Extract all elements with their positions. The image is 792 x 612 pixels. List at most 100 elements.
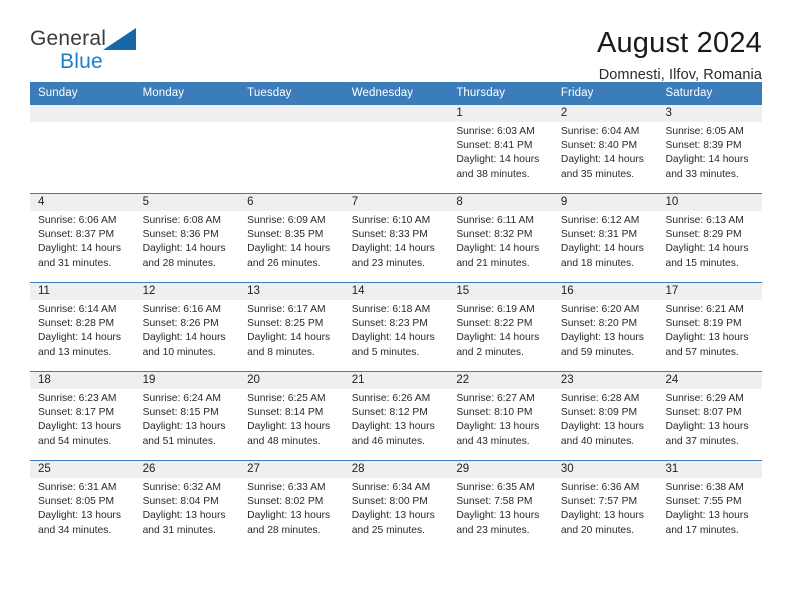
weekday-header-tuesday: Tuesday	[247, 87, 292, 99]
day-number: 23	[552, 372, 658, 389]
calendar-page: General Blue August 2024 Domnesti, Ilfov…	[0, 0, 792, 612]
day-cell-16[interactable]: 16 Sunrise: 6:20 AM Sunset: 8:20 PM Dayligh…	[552, 283, 658, 371]
day-cell-23[interactable]: 23 Sunrise: 6:28 AM Sunset: 8:09 PM Dayligh…	[552, 372, 658, 460]
weekday-header-row: Sunday Monday Tuesday Wednesday Thursday Frid…	[30, 82, 762, 104]
day-cell-25[interactable]: 25 Sunrise: 6:31 AM Sunset: 8:05 PM Dayligh…	[30, 461, 135, 549]
day-number: 1	[448, 105, 553, 122]
daylight-text-line1: Daylight: 13 hours	[351, 421, 435, 433]
day-number: 11	[30, 283, 135, 300]
day-details: Sunrise: 6:09 AM Sunset: 8:35 PM Daylight:…	[239, 211, 344, 271]
daylight-text-line1: Daylight: 13 hours	[142, 510, 226, 522]
day-number: 20	[239, 372, 344, 389]
day-details: Sunrise: 6:34 AM Sunset: 8:00 PM Daylight:…	[344, 478, 449, 538]
day-cell-3[interactable]: 3 Sunrise: 6:05 AM Sunset: 8:39 PM Daylight…	[657, 105, 763, 193]
daylight-text-line2: and 26 minutes.	[247, 257, 321, 269]
day-number	[239, 105, 344, 122]
sunset-text: Sunset: 8:22 PM	[456, 318, 533, 330]
day-cell-2[interactable]: 2 Sunrise: 6:04 AM Sunset: 8:40 PM Daylight…	[552, 105, 658, 193]
daylight-text-line1: Daylight: 14 hours	[247, 332, 331, 344]
daylight-text-line1: Daylight: 13 hours	[38, 510, 121, 522]
weekday-header-thursday: Thursday	[456, 87, 506, 99]
day-cell-15[interactable]: 15 Sunrise: 6:19 AM Sunset: 8:22 PM Dayligh…	[448, 283, 553, 371]
sunrise-text: Sunrise: 6:36 AM	[560, 482, 640, 493]
day-details: Sunrise: 6:11 AM Sunset: 8:32 PM Daylight:…	[448, 211, 553, 271]
day-cell-30[interactable]: 30 Sunrise: 6:36 AM Sunset: 7:57 PM Dayligh…	[552, 461, 658, 549]
sunset-text: Sunset: 8:31 PM	[560, 229, 638, 241]
daylight-text-line2: and 21 minutes.	[456, 257, 530, 269]
daylight-text-line1: Daylight: 13 hours	[560, 332, 644, 344]
day-cell-14[interactable]: 14 Sunrise: 6:18 AM Sunset: 8:23 PM Dayligh…	[343, 283, 449, 371]
day-details: Sunrise: 6:26 AM Sunset: 8:12 PM Daylight:…	[344, 389, 449, 449]
daylight-text-line1: Daylight: 13 hours	[142, 421, 226, 433]
day-cell-9[interactable]: 9 Sunrise: 6:12 AM Sunset: 8:31 PM Daylight…	[552, 194, 658, 282]
day-cell-19[interactable]: 19 Sunrise: 6:24 AM Sunset: 8:15 PM Dayligh…	[134, 372, 240, 460]
day-cell-5[interactable]: 5 Sunrise: 6:08 AM Sunset: 8:36 PM Daylight…	[134, 194, 240, 282]
day-details: Sunrise: 6:05 AM Sunset: 8:39 PM Daylight:…	[657, 122, 762, 182]
day-cell-13[interactable]: 13 Sunrise: 6:17 AM Sunset: 8:25 PM Dayligh…	[239, 283, 344, 371]
day-number: 22	[448, 372, 553, 389]
sunset-text: Sunset: 8:07 PM	[665, 407, 742, 419]
sunrise-text: Sunrise: 6:31 AM	[38, 482, 117, 493]
daylight-text-line2: and 13 minutes.	[38, 346, 112, 358]
day-details: Sunrise: 6:32 AM Sunset: 8:04 PM Daylight:…	[135, 478, 240, 538]
day-cell-20[interactable]: 20 Sunrise: 6:25 AM Sunset: 8:14 PM Dayligh…	[239, 372, 344, 460]
day-cell-31[interactable]: 31 Sunrise: 6:38 AM Sunset: 7:55 PM Dayligh…	[657, 461, 763, 549]
sunset-text: Sunset: 8:12 PM	[351, 407, 428, 419]
brand-logo[interactable]: General Blue	[30, 26, 150, 78]
weekday-header-sunday: Sunday	[38, 87, 78, 99]
day-cell-1[interactable]: 1 Sunrise: 6:03 AM Sunset: 8:41 PM Daylight…	[448, 105, 553, 193]
day-cell-10[interactable]: 10 Sunrise: 6:13 AM Sunset: 8:29 PM Dayligh…	[657, 194, 763, 282]
day-cell-7[interactable]: 7 Sunrise: 6:10 AM Sunset: 8:33 PM Daylight…	[343, 194, 449, 282]
day-cell-29[interactable]: 29 Sunrise: 6:35 AM Sunset: 7:58 PM Dayligh…	[448, 461, 553, 549]
daylight-text-line2: and 35 minutes.	[560, 168, 635, 180]
day-cell-28[interactable]: 28 Sunrise: 6:34 AM Sunset: 8:00 PM Dayligh…	[343, 461, 449, 549]
calendar-week-row: 25 Sunrise: 6:31 AM Sunset: 8:05 PM Dayligh…	[30, 460, 763, 549]
day-cell-26[interactable]: 26 Sunrise: 6:32 AM Sunset: 8:04 PM Dayligh…	[134, 461, 240, 549]
daylight-text-line1: Daylight: 13 hours	[665, 332, 749, 344]
day-details: Sunrise: 6:10 AM Sunset: 8:33 PM Daylight:…	[344, 211, 449, 271]
daylight-text-line1: Daylight: 13 hours	[351, 510, 435, 522]
calendar-week-row: 4 Sunrise: 6:06 AM Sunset: 8:37 PM Daylight…	[30, 193, 763, 282]
day-cell-22[interactable]: 22 Sunrise: 6:27 AM Sunset: 8:10 PM Dayligh…	[448, 372, 553, 460]
day-cell-12[interactable]: 12 Sunrise: 6:16 AM Sunset: 8:26 PM Dayligh…	[134, 283, 240, 371]
day-cell-21[interactable]: 21 Sunrise: 6:26 AM Sunset: 8:12 PM Dayligh…	[343, 372, 449, 460]
day-cell-4[interactable]: 4 Sunrise: 6:06 AM Sunset: 8:37 PM Daylight…	[30, 194, 135, 282]
sunset-text: Sunset: 8:41 PM	[456, 140, 533, 152]
day-cell-11[interactable]: 11 Sunrise: 6:14 AM Sunset: 8:28 PM Dayligh…	[30, 283, 135, 371]
sunrise-text: Sunrise: 6:35 AM	[456, 482, 535, 493]
day-number: 5	[134, 194, 240, 211]
daylight-text-line2: and 51 minutes.	[142, 435, 216, 447]
sunrise-text: Sunrise: 6:26 AM	[351, 393, 431, 404]
day-number: 26	[134, 461, 240, 478]
sunrise-text: Sunrise: 6:09 AM	[247, 215, 326, 226]
weekday-header-friday: Friday	[560, 87, 594, 99]
calendar-week-row: 18 Sunrise: 6:23 AM Sunset: 8:17 PM Dayligh…	[30, 371, 763, 460]
sunrise-text: Sunrise: 6:24 AM	[142, 393, 221, 404]
daylight-text-line1: Daylight: 14 hours	[38, 332, 121, 344]
sunrise-text: Sunrise: 6:20 AM	[560, 304, 640, 315]
sunset-text: Sunset: 8:35 PM	[247, 229, 324, 241]
daylight-text-line2: and 20 minutes.	[560, 524, 635, 536]
daylight-text-line1: Daylight: 14 hours	[351, 243, 435, 255]
day-cell-8[interactable]: 8 Sunrise: 6:11 AM Sunset: 8:32 PM Daylight…	[448, 194, 553, 282]
day-cell-24[interactable]: 24 Sunrise: 6:29 AM Sunset: 8:07 PM Dayligh…	[657, 372, 763, 460]
daylight-text-line2: and 23 minutes.	[456, 524, 530, 536]
day-cell-6[interactable]: 6 Sunrise: 6:09 AM Sunset: 8:35 PM Daylight…	[239, 194, 344, 282]
sunset-text: Sunset: 7:55 PM	[665, 496, 742, 508]
day-cell-empty	[343, 105, 449, 193]
calendar-week-row: 11 Sunrise: 6:14 AM Sunset: 8:28 PM Dayligh…	[30, 282, 763, 371]
daylight-text-line1: Daylight: 14 hours	[665, 243, 749, 255]
day-cell-17[interactable]: 17 Sunrise: 6:21 AM Sunset: 8:19 PM Dayligh…	[657, 283, 763, 371]
day-number: 12	[134, 283, 240, 300]
day-cell-27[interactable]: 27 Sunrise: 6:33 AM Sunset: 8:02 PM Dayligh…	[239, 461, 344, 549]
day-details: Sunrise: 6:12 AM Sunset: 8:31 PM Daylight:…	[553, 211, 658, 271]
calendar-weeks: 1 Sunrise: 6:03 AM Sunset: 8:41 PM Daylight…	[30, 104, 763, 549]
sunset-text: Sunset: 8:32 PM	[456, 229, 533, 241]
sunrise-text: Sunrise: 6:16 AM	[142, 304, 221, 315]
day-number: 18	[30, 372, 135, 389]
day-cell-18[interactable]: 18 Sunrise: 6:23 AM Sunset: 8:17 PM Dayligh…	[30, 372, 135, 460]
day-number: 14	[343, 283, 449, 300]
sunset-text: Sunset: 7:58 PM	[456, 496, 533, 508]
day-details: Sunrise: 6:35 AM Sunset: 7:58 PM Daylight:…	[448, 478, 553, 538]
weekday-header-wednesday: Wednesday	[351, 87, 414, 99]
